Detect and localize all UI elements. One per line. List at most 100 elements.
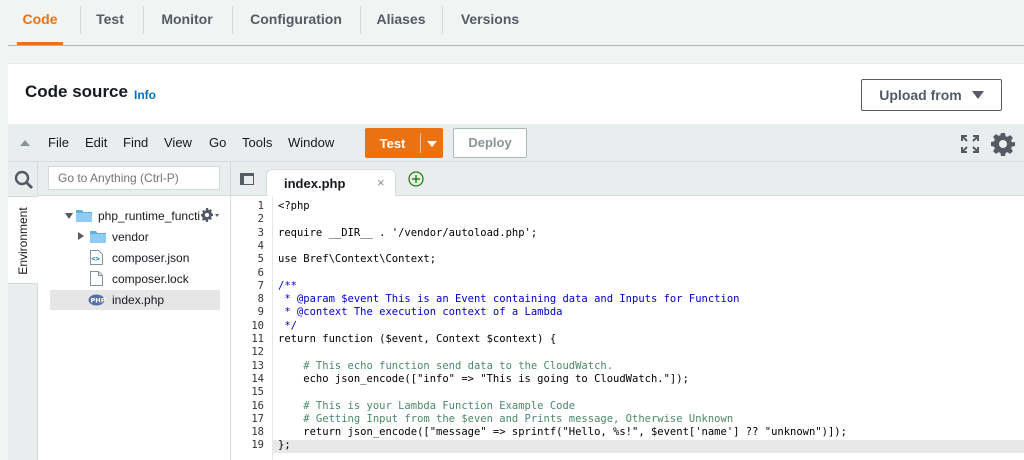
active-line-highlight <box>231 440 1024 453</box>
line-number: 2 <box>257 213 264 226</box>
line-number: 13 <box>251 359 264 372</box>
code-line: * @param $event This is an Event contain… <box>278 293 740 306</box>
code-line: <?php <box>278 200 310 212</box>
environment-sidebar-strip: Environment <box>8 162 38 460</box>
folder-open-icon <box>76 210 92 222</box>
code-line: echo json_encode(["info" => "This is goi… <box>278 372 689 385</box>
tree-gear-icon[interactable] <box>200 208 220 222</box>
tab-divider <box>442 6 443 34</box>
line-number-gutter: 1 2 3 4 5 6 7 8 9 10 11 12 13 14 15 16 1… <box>231 196 273 460</box>
code-line: use Bref\Context\Context; <box>278 253 437 266</box>
menu-go[interactable]: Go <box>209 135 226 150</box>
editor-tabbar: index.php × <box>231 162 1024 196</box>
line-number: 7 <box>257 279 264 292</box>
tab-monitor[interactable]: Monitor <box>157 0 217 38</box>
add-tab-icon[interactable] <box>408 171 424 187</box>
page-title: Code source <box>25 82 128 101</box>
menu-file[interactable]: File <box>48 135 69 150</box>
go-to-anything-bar <box>38 162 230 196</box>
editor-tab-label: index.php <box>284 176 346 191</box>
expand-open-icon[interactable] <box>65 213 73 219</box>
environment-tab-label: Environment <box>16 207 30 275</box>
gear-icon[interactable] <box>991 132 1015 156</box>
line-number: 4 <box>257 239 264 252</box>
tree-item-label: composer.json <box>112 251 190 265</box>
tree-item-composer-lock[interactable]: composer.lock <box>50 269 220 289</box>
line-number: 10 <box>251 319 264 332</box>
code-line: * @context The execution context of a La… <box>278 306 563 319</box>
function-tabs: Code Test Monitor Configuration Aliases … <box>0 0 1024 46</box>
upload-from-label: Upload from <box>879 87 962 103</box>
tabs-underline <box>8 45 1024 46</box>
tab-divider <box>80 6 81 34</box>
test-split-divider <box>420 133 421 153</box>
code-line: */ <box>278 319 297 332</box>
search-icon[interactable] <box>14 170 34 190</box>
tree-item-php-runtime-function[interactable]: php_runtime_functi <box>50 206 220 226</box>
line-number: 12 <box>251 346 264 359</box>
line-number: 6 <box>257 266 264 279</box>
tree-item-label: index.php <box>112 293 165 307</box>
line-number: 14 <box>251 372 264 385</box>
editor-tab-index-php[interactable]: index.php × <box>266 169 396 196</box>
menu-view[interactable]: View <box>164 135 192 150</box>
menu-edit[interactable]: Edit <box>85 135 107 150</box>
file-tree: php_runtime_functi vendor <> composer.js… <box>38 196 230 460</box>
code-editor[interactable]: 1 2 3 4 5 6 7 8 9 10 11 12 13 14 15 16 1… <box>231 196 1024 460</box>
tab-divider <box>232 6 233 34</box>
line-number: 9 <box>257 306 264 319</box>
tree-item-composer-json[interactable]: <> composer.json <box>50 248 220 268</box>
test-dropdown-icon[interactable] <box>427 141 437 147</box>
code-line: return function ($event, Context $contex… <box>278 333 557 345</box>
tab-configuration[interactable]: Configuration <box>248 0 344 38</box>
php-file-icon: PHP <box>88 294 105 306</box>
code-line: # Getting Input from the $even and Print… <box>278 412 734 425</box>
fullscreen-icon[interactable] <box>961 135 979 153</box>
expand-closed-icon[interactable] <box>78 232 84 240</box>
code-line: # This is your Lambda Function Example C… <box>278 399 576 412</box>
code-line: require __DIR__ . '/vendor/autoload.php'… <box>278 226 538 239</box>
line-number: 17 <box>251 412 264 425</box>
tree-item-index-php[interactable]: PHP index.php <box>50 290 220 310</box>
line-number: 3 <box>257 226 264 239</box>
collapse-menu-icon[interactable] <box>20 140 30 146</box>
line-number: 1 <box>257 200 264 212</box>
tab-divider <box>360 6 361 34</box>
tab-test[interactable]: Test <box>90 0 130 38</box>
menu-window[interactable]: Window <box>288 135 334 150</box>
folder-icon <box>90 231 106 243</box>
tree-item-label: php_runtime_functi <box>98 209 201 223</box>
tree-item-label: composer.lock <box>112 272 189 286</box>
tree-item-vendor[interactable]: vendor <box>50 227 220 247</box>
info-link[interactable]: Info <box>134 88 156 102</box>
tab-list-icon[interactable] <box>240 173 254 185</box>
environment-tab[interactable]: Environment <box>8 196 38 284</box>
menu-tools[interactable]: Tools <box>242 135 272 150</box>
json-file-icon: <> <box>90 250 103 265</box>
tab-code[interactable]: Code <box>17 0 63 45</box>
code-line: /** <box>278 279 297 292</box>
ide-menubar: File Edit Find View Go Tools Window Test… <box>8 124 1024 162</box>
code-line: }; <box>278 439 291 452</box>
tab-divider <box>143 6 144 34</box>
line-number: 8 <box>257 293 264 306</box>
tab-aliases[interactable]: Aliases <box>375 0 427 38</box>
file-icon <box>90 271 103 286</box>
tab-versions[interactable]: Versions <box>458 0 522 38</box>
line-number: 15 <box>251 386 264 399</box>
menu-find[interactable]: Find <box>123 135 148 150</box>
deploy-button[interactable]: Deploy <box>453 128 527 158</box>
code-line: # This echo function send data to the Cl… <box>278 359 614 372</box>
close-icon[interactable]: × <box>377 175 385 190</box>
code-line: return json_encode(["message" => sprintf… <box>278 426 847 439</box>
line-number: 19 <box>251 439 264 452</box>
test-button-label: Test <box>379 136 406 151</box>
caret-down-icon <box>971 91 984 99</box>
cloud9-ide: File Edit Find View Go Tools Window Test… <box>8 124 1024 460</box>
tree-item-label: vendor <box>112 230 149 244</box>
upload-from-button[interactable]: Upload from <box>861 79 1002 111</box>
go-to-anything-input[interactable] <box>48 166 220 190</box>
test-button[interactable]: Test <box>365 128 443 158</box>
svg-text:PHP: PHP <box>91 297 106 305</box>
line-number: 16 <box>251 399 264 412</box>
